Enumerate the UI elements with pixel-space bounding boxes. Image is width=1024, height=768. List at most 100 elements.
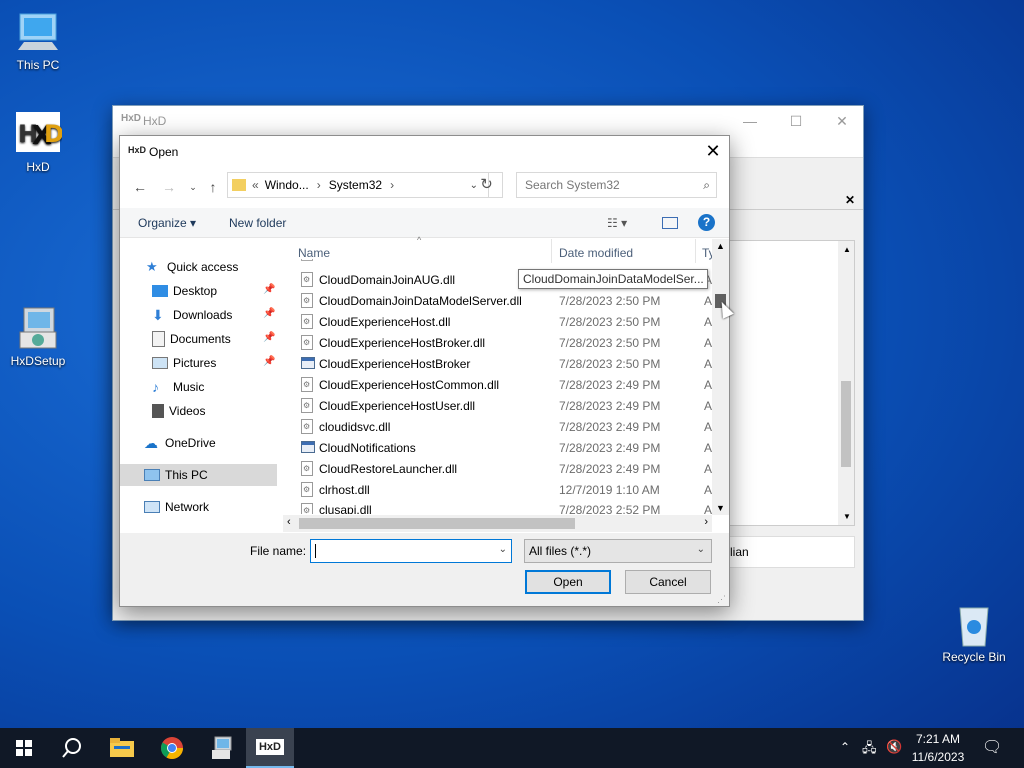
file-row[interactable]: CloudNotifications 7/28/2023 2:49 PM A| bbox=[283, 437, 715, 458]
scroll-left-icon[interactable]: ‹ bbox=[287, 516, 291, 528]
nav-item-onedrive[interactable]: ☁ OneDrive bbox=[120, 432, 277, 454]
nav-item-this-pc[interactable]: This PC bbox=[120, 464, 277, 486]
desktop-icon-hxd[interactable]: HXD HxD bbox=[0, 110, 76, 174]
nav-item-network[interactable]: Network bbox=[120, 496, 277, 518]
desktop-icon-this-pc[interactable]: This PC bbox=[0, 8, 76, 72]
close-tab-icon[interactable]: ✕ bbox=[845, 193, 855, 207]
desktop-icon-recycle-bin[interactable]: Recycle Bin bbox=[936, 600, 1012, 664]
new-folder-button[interactable]: New folder bbox=[229, 216, 286, 230]
search-input[interactable]: Search System32 ⌕ bbox=[516, 172, 717, 198]
cancel-button[interactable]: Cancel bbox=[625, 570, 711, 594]
file-date: 7/28/2023 2:50 PM bbox=[559, 293, 661, 308]
nav-item-pictures[interactable]: Pictures 📌 bbox=[120, 352, 277, 374]
back-arrow-icon[interactable]: ← bbox=[131, 178, 149, 196]
nav-item-music[interactable]: ♪ Music bbox=[120, 376, 277, 398]
chrome-icon[interactable] bbox=[148, 728, 196, 768]
windows-start-icon[interactable] bbox=[0, 728, 48, 768]
network-icon[interactable]: 🖧 bbox=[862, 739, 877, 761]
file-list-vertical-scrollbar[interactable]: ▲ ▼ bbox=[712, 239, 729, 515]
dll-file-icon bbox=[301, 461, 313, 476]
star-icon: ★ bbox=[146, 259, 158, 274]
file-row[interactable]: CloudExperienceHost.dll 7/28/2023 2:50 P… bbox=[283, 311, 715, 332]
music-folder-icon: ♪ bbox=[152, 379, 159, 395]
file-explorer-icon[interactable] bbox=[98, 728, 146, 768]
dll-file-icon bbox=[301, 335, 313, 350]
scroll-down-icon[interactable]: ▼ bbox=[716, 503, 725, 513]
text-caret bbox=[315, 544, 316, 558]
column-separator[interactable] bbox=[551, 239, 552, 263]
file-name-input[interactable]: ⌄ bbox=[310, 539, 512, 563]
dll-file-icon bbox=[301, 293, 313, 308]
address-bar[interactable]: « Windo... › System32 › ⌄ bbox=[227, 172, 489, 198]
column-header-row: ^ Name Date modified Ty bbox=[283, 235, 729, 265]
resize-grip-icon[interactable]: ⋰ bbox=[717, 594, 726, 605]
column-separator[interactable] bbox=[695, 239, 696, 263]
maximize-button[interactable]: ☐ bbox=[773, 106, 819, 136]
file-row[interactable]: cloudidsvc.dll 7/28/2023 2:49 PM A| bbox=[283, 416, 715, 437]
file-row[interactable]: CloudDomainJoinDataModelServer.dll 7/28/… bbox=[283, 290, 715, 311]
close-button[interactable]: ✕ bbox=[819, 106, 865, 136]
breadcrumb-overflow[interactable]: « bbox=[252, 178, 259, 192]
dll-file-icon bbox=[301, 503, 313, 514]
file-row[interactable]: CloudExperienceHostUser.dll 7/28/2023 2:… bbox=[283, 395, 715, 416]
column-header-date[interactable]: Date modified bbox=[559, 246, 633, 260]
recent-locations-chevron-icon[interactable]: ⌄ bbox=[184, 178, 202, 196]
data-inspector-scrollbar[interactable]: ▲ ▼ bbox=[838, 241, 854, 525]
dll-file-icon bbox=[301, 482, 313, 497]
scroll-right-icon[interactable]: › bbox=[704, 516, 708, 528]
file-row[interactable]: clusapi.dll 7/28/2023 2:52 PM A| bbox=[283, 500, 713, 514]
open-button[interactable]: Open bbox=[525, 570, 611, 594]
pin-icon: 📌 bbox=[263, 356, 276, 367]
preview-pane-icon[interactable] bbox=[662, 217, 678, 229]
documents-folder-icon bbox=[152, 331, 165, 347]
search-icon[interactable] bbox=[48, 728, 96, 768]
nav-item-label: Downloads bbox=[173, 308, 233, 322]
up-arrow-icon[interactable]: ↑ bbox=[204, 178, 222, 196]
hxd-app-icon[interactable]: HxD bbox=[246, 728, 294, 768]
nav-item-desktop[interactable]: Desktop 📌 bbox=[120, 280, 277, 302]
file-name: clrhost.dll bbox=[319, 482, 370, 497]
refresh-icon[interactable]: ↻ bbox=[471, 172, 503, 198]
nav-item-downloads[interactable]: ⬇ Downloads 📌 bbox=[120, 304, 277, 326]
nav-item-documents[interactable]: Documents 📌 bbox=[120, 328, 277, 350]
desktop-icon-hxdsetup[interactable]: HxDSetup bbox=[0, 304, 76, 368]
column-header-name[interactable]: Name bbox=[298, 246, 330, 260]
chevron-down-icon[interactable]: ⌄ bbox=[499, 544, 507, 555]
chevron-up-icon[interactable]: ⌃ bbox=[840, 740, 850, 754]
installer-icon[interactable] bbox=[198, 728, 246, 768]
cloud-icon: ☁ bbox=[144, 435, 158, 451]
file-row[interactable]: CloudExperienceHostBroker.dll 7/28/2023 … bbox=[283, 332, 715, 353]
notifications-icon[interactable]: 🗨 bbox=[982, 737, 1002, 757]
scrollbar-thumb[interactable] bbox=[299, 518, 575, 529]
file-row[interactable]: CloudExperienceHostBroker 7/28/2023 2:50… bbox=[283, 353, 715, 374]
desktop-icon-label: This PC bbox=[16, 58, 60, 72]
file-row[interactable]: CloudRestoreLauncher.dll 7/28/2023 2:49 … bbox=[283, 458, 715, 479]
nav-item-videos[interactable]: Videos bbox=[120, 400, 277, 422]
file-row[interactable]: CloudExperienceHostCommon.dll 7/28/2023 … bbox=[283, 374, 715, 395]
minimize-button[interactable]: — bbox=[727, 106, 773, 136]
file-list-horizontal-scrollbar[interactable]: ‹ › bbox=[283, 515, 712, 532]
clock-date[interactable]: 11/6/2023 bbox=[910, 750, 966, 764]
file-type-select[interactable]: All files (*.*) ⌄ bbox=[524, 539, 712, 563]
clock-time[interactable]: 7:21 AM bbox=[910, 732, 966, 746]
nav-item-label: Pictures bbox=[173, 356, 217, 370]
nav-item-quick-access[interactable]: ★ Quick access bbox=[120, 256, 277, 278]
dialog-close-button[interactable]: ✕ bbox=[697, 136, 729, 166]
window-title: HxD bbox=[143, 114, 167, 128]
scroll-up-icon[interactable]: ▲ bbox=[716, 241, 725, 251]
nav-item-label: Music bbox=[173, 380, 205, 394]
file-name: CloudNotifications bbox=[319, 440, 416, 455]
previous-row-stub bbox=[301, 259, 313, 261]
organize-button[interactable]: Organize ▾ bbox=[138, 216, 196, 230]
breadcrumb-item-system32[interactable]: System32 bbox=[329, 178, 382, 192]
file-name: CloudDomainJoinAUG.dll bbox=[319, 272, 456, 287]
file-row[interactable]: clrhost.dll 12/7/2019 1:10 AM A| bbox=[283, 479, 715, 500]
breadcrumb-item-windows[interactable]: Windo... bbox=[265, 178, 309, 192]
view-options-icon[interactable]: ☷ ▾ bbox=[607, 216, 627, 230]
volume-muted-icon[interactable]: 🔇 bbox=[886, 739, 902, 755]
help-icon[interactable]: ? bbox=[698, 214, 715, 231]
pictures-folder-icon bbox=[152, 357, 168, 369]
forward-arrow-icon[interactable]: → bbox=[160, 178, 178, 196]
nav-item-label: Network bbox=[165, 500, 210, 514]
nav-item-label: Quick access bbox=[167, 260, 239, 274]
